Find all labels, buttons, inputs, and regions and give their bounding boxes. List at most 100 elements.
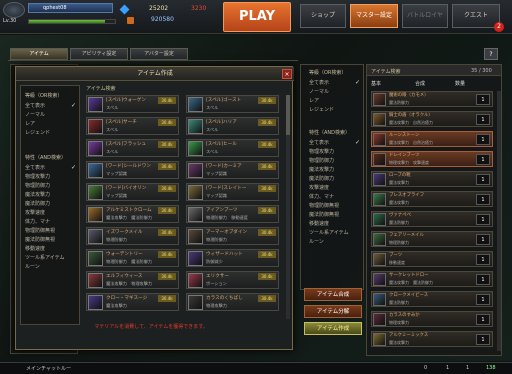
create-button[interactable]: アイテム作成 [304,322,362,335]
inv-header-quantity[interactable]: 数量 [455,80,465,87]
filter-label: 物理防御無視 [25,228,56,234]
filter-option[interactable]: 移動速度 [309,220,361,229]
inventory-item[interactable]: ルーンストーン 魔法攻撃力 自然治癒力 1 [371,131,493,147]
inventory-item-icon [373,313,386,326]
inventory-item[interactable]: ブーツ 移動速度 1 [371,251,493,267]
inventory-item[interactable]: カラスのすみか 物理攻撃力 1 [371,311,493,327]
item-card[interactable]: [スペル]フラッシュ 30.4k スペル [86,139,179,157]
split-button[interactable]: アイテム分解 [304,305,362,318]
notification-badge: 2 [494,22,504,32]
tab-ability-settings[interactable]: アビリティ設定 [70,48,128,60]
item-card[interactable]: [スペル]ウォーゲン 30.4k スペル [86,95,179,113]
inventory-item[interactable]: ブレスオブライフ 魔法攻撃力 1 [371,191,493,207]
filter-option[interactable]: ツール系アイテム [309,229,361,238]
item-card[interactable]: アーマーオブダイン 30.4k 物理防御力 [186,227,279,245]
battle-royale-button[interactable]: バトルロイヤ [402,4,448,28]
item-card[interactable]: [スペル]サーチ 30.4k スペル [86,117,179,135]
filter-option[interactable]: 全て表示 ✓ [25,102,77,111]
filter-option[interactable]: レア [309,97,361,106]
filter-option[interactable]: ルーン [25,263,77,272]
filter-option[interactable]: 物理防御力 [309,157,361,166]
item-card[interactable]: エルフィウィース 30.4k 魔法攻撃力 物理攻撃力 [86,271,179,289]
close-icon[interactable]: × [282,69,292,79]
filter-option[interactable]: ツール系アイテム [25,254,77,263]
inventory-item[interactable]: ヴァナペペ 魔法防御力 1 [371,211,493,227]
item-price: 30.4k [258,163,276,170]
item-card[interactable]: アルケミストクローム 30.4k 魔法攻撃力 魔法防御力 [86,205,179,223]
filter-option[interactable]: 体力、マナ [25,218,77,227]
tab-avatar-settings[interactable]: アバター設定 [130,48,188,60]
filter-option[interactable]: 体力、マナ [309,193,361,202]
filter-option[interactable]: ルーン [309,238,361,247]
shop-button[interactable]: ショップ [300,4,346,28]
filter-option[interactable]: 物理攻撃力 [309,148,361,157]
combine-button[interactable]: アイテム合成 [304,288,362,301]
item-card[interactable]: ウォーデントリー 30.4k 物理防御力 魔法防御力 [86,249,179,267]
tab-item[interactable]: アイテム [10,48,68,60]
filter-option[interactable]: ノーマル [309,88,361,97]
item-card[interactable]: カラスのくちばし 30.4k 物理攻撃力 [186,293,279,311]
play-button[interactable]: PLAY [223,2,291,32]
item-card[interactable]: [ワード]バイオリン 30.4k マップ認識 [86,183,179,201]
filter-option[interactable]: 魔法防御無視 [25,236,77,245]
quest-button[interactable]: クエスト [452,4,500,28]
avatar[interactable] [3,2,25,18]
filter-option[interactable]: 物理攻撃力 [25,173,77,182]
filter-option[interactable]: 全て表示 ✓ [309,79,361,88]
filter-option[interactable]: 攻撃速度 [25,209,77,218]
filter-option[interactable]: レジェンド [25,129,77,138]
filter-option[interactable]: 魔法防御力 [309,175,361,184]
item-price: 30.4k [158,273,176,280]
filter-option[interactable]: 魔法防御力 [25,200,77,209]
filter-option[interactable]: 物理防御力 [25,182,77,191]
master-settings-button[interactable]: マスター設定 [350,4,398,28]
filter-option[interactable]: 物理防御無視 [309,202,361,211]
filter-option[interactable]: 物理防御無視 [25,227,77,236]
filter-option[interactable]: レジェンド [309,106,361,115]
inventory-scrollbar[interactable] [497,91,501,351]
inventory-item[interactable]: ローブの靴 魔法攻撃力 1 [371,171,493,187]
filter-option[interactable]: 魔法攻撃力 [309,166,361,175]
inventory-item-qty: 1 [476,254,490,265]
inv-header-basic[interactable]: 基本 [371,80,381,87]
item-card[interactable]: イズワークメイル 30.4k 物理防御力 [86,227,179,245]
item-card[interactable]: [ワード]シールドワン 30.4k マップ認識 [86,161,179,179]
inventory-item[interactable]: クロークメイピース 魔法防御力 1 [371,291,493,307]
inventory-item[interactable]: 騎士の盾（オラクル） 魔法攻撃力 自然治癒力 1 [371,111,493,127]
inventory-item[interactable]: ドレインブーツ 物理攻撃力 攻撃速度 1 [371,151,493,167]
filter-option[interactable]: 全て表示 ✓ [25,164,77,173]
dialog-scrollbar[interactable] [286,95,290,319]
inventory-item-stats: 魔法攻撃力 [389,200,409,205]
item-card[interactable]: エリクサー 30.4k ポーション [186,271,279,289]
item-card[interactable]: [ワード]カーミア 30.4k マップ認識 [186,161,279,179]
item-card[interactable]: ウィザードハット 30.4k 防御減少 [186,249,279,267]
filter-option[interactable]: ノーマル [25,111,77,120]
chat-label[interactable]: メインチャットルー [26,365,71,372]
item-card[interactable]: アイアンブーツ 30.4k 物理防御力 移動速度 [186,205,279,223]
filter-option[interactable]: レア [25,120,77,129]
inventory-item[interactable]: 魔術の眼（カモメ） 魔法防御力 1 [371,91,493,107]
item-card[interactable]: [スペル]ヒール 30.4k スペル [186,139,279,157]
item-card[interactable]: [スペル]ゴースト 30.4k スペル [186,95,279,113]
inv-header-combine[interactable]: 合成 [415,80,425,87]
item-name: [スペル]ハリア [206,120,237,125]
filter-option[interactable]: 魔法攻撃力 [25,191,77,200]
filter-label: 体力、マナ [309,194,335,200]
item-stats: 魔法攻撃力 魔法防御力 [106,215,153,220]
inventory-item[interactable]: サークレットドロー 魔法攻撃力 魔法防御力 1 [371,271,493,287]
inventory-item[interactable]: アルケミーミックス 魔法攻撃力 1 [371,331,493,347]
item-card[interactable]: [ワード]スレイトー 30.4k マップ認識 [186,183,279,201]
help-button[interactable]: ? [484,48,498,60]
filter-option[interactable]: 全て表示 ✓ [309,139,361,148]
filter-label: 魔法防御無視 [25,237,56,243]
filter-option[interactable]: 攻撃速度 [309,184,361,193]
item-price: 30.4k [258,97,276,104]
add-currency-button[interactable] [127,17,134,24]
filter-option[interactable]: 魔法防御無視 [309,211,361,220]
filter-option[interactable]: 移動速度 [25,245,77,254]
item-name: エリクサー [206,274,229,279]
inventory-item[interactable]: フェアリーメイル 物理防御力 1 [371,231,493,247]
item-card[interactable]: [スペル]ハリア 30.4k スペル [186,117,279,135]
item-card[interactable]: クロー・マギスージ 30.4k 魔法攻撃力 [86,293,179,311]
item-icon [88,141,103,156]
